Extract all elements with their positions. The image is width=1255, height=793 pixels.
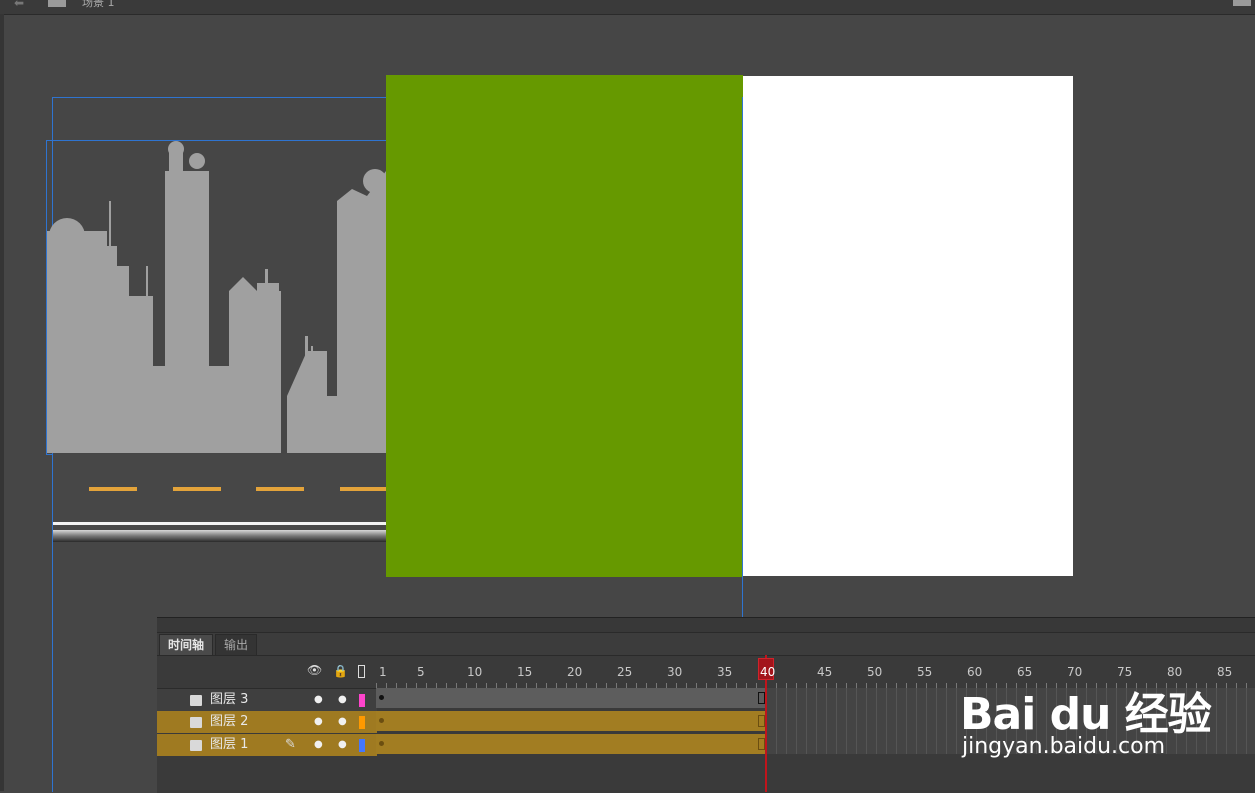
lock-dot[interactable]: ● bbox=[338, 689, 347, 711]
frame-row-layer-1[interactable] bbox=[376, 734, 766, 754]
watermark-url: jingyan.baidu.com bbox=[962, 734, 1166, 759]
layer-row[interactable]: 图层 2 ● ● bbox=[157, 711, 377, 733]
road-dash bbox=[256, 487, 304, 491]
green-rectangle[interactable] bbox=[386, 75, 743, 577]
road-dash bbox=[89, 487, 137, 491]
layer-icon bbox=[190, 717, 202, 728]
frame-number: 50 bbox=[867, 665, 883, 679]
tab-output[interactable]: 输出 bbox=[215, 634, 258, 655]
lock-dot[interactable]: ● bbox=[338, 734, 347, 756]
frame-number: 30 bbox=[667, 665, 683, 679]
road-rail bbox=[53, 530, 387, 542]
lock-dot[interactable]: ● bbox=[338, 711, 347, 733]
pencil-icon: ✎ bbox=[285, 737, 296, 752]
panel-menu-icon[interactable] bbox=[1233, 0, 1251, 6]
frame-number: 35 bbox=[717, 665, 733, 679]
visibility-dot[interactable]: ● bbox=[314, 734, 323, 756]
layer-row[interactable]: 图层 1 ✎ ● ● bbox=[157, 734, 377, 756]
frame-number: 1 bbox=[379, 665, 387, 679]
selection-guide-line bbox=[742, 97, 743, 617]
outline-color-swatch[interactable] bbox=[359, 716, 365, 729]
outline-icon[interactable] bbox=[358, 665, 365, 678]
keyframe[interactable] bbox=[379, 718, 384, 723]
scene-bar: ⬅ 场景 1 bbox=[0, 0, 1255, 15]
watermark-brand: Bai du 经验 bbox=[960, 689, 1212, 740]
lock-icon[interactable]: 🔒 bbox=[333, 664, 348, 678]
road-dash bbox=[173, 487, 221, 491]
stage-white-canvas[interactable] bbox=[742, 76, 1073, 576]
left-panel-edge bbox=[0, 14, 4, 791]
frame-number: 10 bbox=[467, 665, 483, 679]
frame-number: 45 bbox=[817, 665, 833, 679]
back-arrow-icon[interactable]: ⬅ bbox=[14, 0, 24, 10]
frame-number: 5 bbox=[417, 665, 425, 679]
baidu-watermark: Bai du 经验 jingyan.baidu.com bbox=[960, 660, 1250, 770]
clapper-icon bbox=[48, 0, 66, 7]
keyframe[interactable] bbox=[379, 695, 384, 700]
road-dash bbox=[340, 487, 388, 491]
panel-top-strip bbox=[157, 618, 1255, 633]
road[interactable] bbox=[53, 454, 388, 542]
scene-name[interactable]: 场景 1 bbox=[82, 0, 115, 10]
end-frame-marker bbox=[758, 692, 765, 704]
eye-icon[interactable]: 👁 bbox=[307, 663, 322, 677]
layer-icon bbox=[190, 740, 202, 751]
layer-name[interactable]: 图层 1 bbox=[210, 734, 248, 756]
visibility-dot[interactable]: ● bbox=[314, 711, 323, 733]
frame-number: 20 bbox=[567, 665, 583, 679]
outline-color-swatch[interactable] bbox=[359, 739, 365, 752]
frame-number: 55 bbox=[917, 665, 933, 679]
visibility-dot[interactable]: ● bbox=[314, 689, 323, 711]
outline-color-swatch[interactable] bbox=[359, 694, 365, 707]
frame-number: 15 bbox=[517, 665, 533, 679]
tab-timeline[interactable]: 时间轴 bbox=[159, 634, 214, 655]
end-frame-marker bbox=[758, 715, 765, 727]
layer-row[interactable]: 图层 3 ● ● bbox=[157, 688, 377, 712]
road-edge-line bbox=[53, 522, 387, 525]
frame-row-layer-2[interactable] bbox=[376, 711, 766, 731]
layer-icon bbox=[190, 695, 202, 706]
current-frame-number: 40 bbox=[760, 665, 776, 679]
city-skyline[interactable] bbox=[47, 141, 386, 453]
keyframe[interactable] bbox=[379, 741, 384, 746]
frame-number: 25 bbox=[617, 665, 633, 679]
layer-name[interactable]: 图层 2 bbox=[210, 711, 248, 733]
end-frame-marker bbox=[758, 738, 765, 750]
layer-name[interactable]: 图层 3 bbox=[210, 689, 248, 711]
frame-row-layer-3[interactable] bbox=[376, 688, 766, 708]
